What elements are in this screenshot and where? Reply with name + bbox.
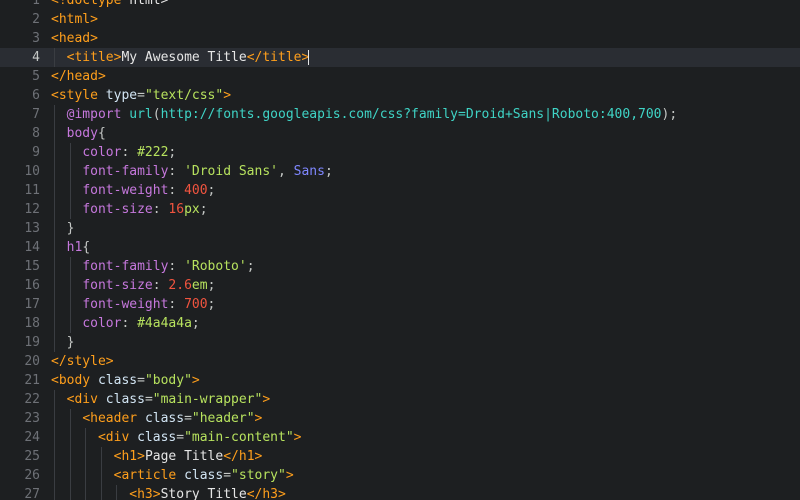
code-text[interactable]: <article class="story"> (51, 466, 294, 485)
code-text[interactable]: <head> (51, 29, 98, 48)
code-line[interactable]: 25 <h1>Page Title</h1> (0, 447, 800, 466)
code-text[interactable]: <h3>Story Title</h3> (51, 485, 286, 500)
code-line[interactable]: 3 <head> (0, 29, 800, 48)
code-line[interactable]: 18 color: #4a4a4a; (0, 314, 800, 333)
code-text[interactable]: color: #4a4a4a; (51, 314, 199, 333)
code-text[interactable]: <!doctype html> (51, 0, 168, 10)
code-text[interactable]: <body class="body"> (51, 371, 200, 390)
code-line[interactable]: 16 font-size: 2.6em; (0, 276, 800, 295)
line-number: 17 (24, 297, 40, 312)
line-number: 1 (32, 0, 40, 8)
line-number: 13 (24, 221, 40, 236)
code-text[interactable]: font-size: 16px; (51, 200, 207, 219)
line-number: 18 (24, 316, 40, 331)
code-line[interactable]: 6 <style type="text/css"> (0, 86, 800, 105)
line-number: 15 (24, 259, 40, 274)
line-number: 6 (32, 88, 40, 103)
text-cursor (308, 50, 310, 65)
code-text[interactable]: <style type="text/css"> (51, 86, 231, 105)
code-text[interactable]: font-weight: 400; (51, 181, 215, 200)
code-text[interactable]: @import url(http://fonts.googleapis.com/… (51, 105, 678, 124)
line-number: 24 (24, 430, 40, 445)
code-text[interactable]: <html> (51, 10, 98, 29)
code-line[interactable]: 19 } (0, 333, 800, 352)
code-line[interactable]: 12 font-size: 16px; (0, 200, 800, 219)
code-text[interactable]: <h1>Page Title</h1> (51, 447, 263, 466)
line-number: 11 (24, 183, 40, 198)
line-number: 20 (24, 354, 40, 369)
line-number: 16 (24, 278, 40, 293)
code-editor[interactable]: 1 <!doctype html> 2 <html> 3 <head> 4 <title>M… (0, 0, 800, 500)
code-text[interactable]: } (51, 219, 75, 238)
line-number: 2 (32, 12, 40, 27)
code-text[interactable]: font-size: 2.6em; (51, 276, 215, 295)
code-line[interactable]: 7 @import url(http://fonts.googleapis.co… (0, 105, 800, 124)
code-line[interactable]: 4 <title>My Awesome Title</title> (0, 48, 800, 67)
line-number: 27 (24, 487, 40, 500)
line-number: 19 (24, 335, 40, 350)
line-number: 21 (24, 373, 40, 388)
code-line[interactable]: 27 <h3>Story Title</h3> (0, 485, 800, 500)
code-line[interactable]: 8 body{ (0, 124, 800, 143)
line-number: 14 (24, 240, 40, 255)
code-area[interactable]: 1 <!doctype html> 2 <html> 3 <head> 4 <title>M… (0, 0, 800, 500)
code-text[interactable]: } (51, 333, 75, 352)
code-line[interactable]: 13 } (0, 219, 800, 238)
code-text[interactable]: <div class="main-content"> (51, 428, 302, 447)
line-number: 12 (24, 202, 40, 217)
code-line[interactable]: 24 <div class="main-content"> (0, 428, 800, 447)
code-line[interactable]: 9 color: #222; (0, 143, 800, 162)
code-text[interactable]: <div class="main-wrapper"> (51, 390, 271, 409)
code-line[interactable]: 10 font-family: 'Droid Sans', Sans; (0, 162, 800, 181)
code-text[interactable]: <title>My Awesome Title</title> (51, 48, 310, 67)
code-text[interactable]: font-family: 'Droid Sans', Sans; (51, 162, 332, 181)
line-number: 3 (32, 31, 40, 46)
code-text[interactable]: color: #222; (51, 143, 176, 162)
code-text[interactable]: <header class="header"> (51, 409, 262, 428)
code-line[interactable]: 20 </style> (0, 352, 800, 371)
code-line[interactable]: 21 <body class="body"> (0, 371, 800, 390)
code-text[interactable]: h1{ (51, 238, 90, 257)
line-number: 25 (24, 449, 40, 464)
code-line[interactable]: 22 <div class="main-wrapper"> (0, 390, 800, 409)
code-text[interactable]: </head> (51, 67, 106, 86)
line-number: 5 (32, 69, 40, 84)
code-line[interactable]: 1 <!doctype html> (0, 0, 800, 10)
code-line[interactable]: 14 h1{ (0, 238, 800, 257)
code-line[interactable]: 26 <article class="story"> (0, 466, 800, 485)
line-number: 22 (24, 392, 40, 407)
code-text[interactable]: font-weight: 700; (51, 295, 215, 314)
line-number: 26 (24, 468, 40, 483)
line-number: 9 (32, 145, 40, 160)
code-line[interactable]: 5 </head> (0, 67, 800, 86)
line-number: 4 (32, 50, 40, 65)
line-number: 8 (32, 126, 40, 141)
code-line[interactable]: 2 <html> (0, 10, 800, 29)
line-number: 7 (32, 107, 40, 122)
code-line[interactable]: 11 font-weight: 400; (0, 181, 800, 200)
code-line[interactable]: 15 font-family: 'Roboto'; (0, 257, 800, 276)
code-line[interactable]: 17 font-weight: 700; (0, 295, 800, 314)
code-text[interactable]: font-family: 'Roboto'; (51, 257, 254, 276)
code-text[interactable]: </style> (51, 352, 114, 371)
code-line[interactable]: 23 <header class="header"> (0, 409, 800, 428)
line-number: 10 (24, 164, 40, 179)
line-number: 23 (24, 411, 40, 426)
code-text[interactable]: body{ (51, 124, 106, 143)
